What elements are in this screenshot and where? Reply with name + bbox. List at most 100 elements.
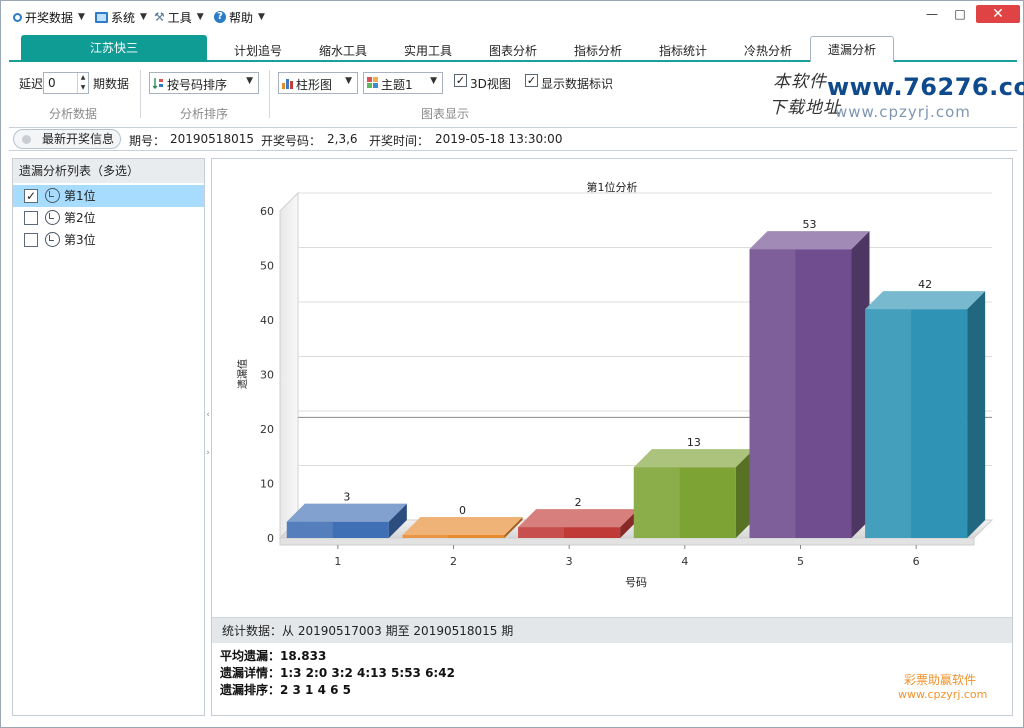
theme-select[interactable]: 主题1 ▼ xyxy=(363,72,443,94)
chart-floor-edge xyxy=(279,537,975,546)
menu-system-label: 系统 xyxy=(111,10,136,25)
tab-utility-tools[interactable]: 实用工具 xyxy=(393,40,463,62)
bar-highlight xyxy=(865,309,912,538)
bar-value-label: 42 xyxy=(918,278,932,291)
tab-strip: 江苏快三 计划追号 缩水工具 实用工具 图表分析 指标分析 指标统计 冷热分析 … xyxy=(9,35,1017,62)
x-tick-label: 2 xyxy=(450,555,457,568)
caret-down-icon: ▼ xyxy=(78,12,85,22)
x-tick-label: 1 xyxy=(334,555,341,568)
toolbar-divider xyxy=(269,70,270,118)
brand-url: www.cpzyrj.com xyxy=(898,688,988,701)
y-tick-label: 60 xyxy=(260,205,274,218)
bar-value-label: 13 xyxy=(687,436,701,449)
latest-draw-button-label: 最新开奖信息 xyxy=(42,132,115,146)
delay-label: 延迟 xyxy=(19,77,44,91)
x-tick-label: 5 xyxy=(797,555,804,568)
show-data-labels-label[interactable]: 显示数据标识 xyxy=(541,75,613,92)
bar-value-label: 53 xyxy=(803,218,817,231)
clock-icon xyxy=(45,210,60,225)
delay-spinner[interactable]: 0 ▲ ▼ xyxy=(43,72,89,94)
draw-time-value: 2019-05-18 13:30:00 xyxy=(435,132,563,146)
tab-omission-analysis[interactable]: 遗漏分析 xyxy=(810,36,894,62)
bar-value-label: 0 xyxy=(459,504,466,517)
position-2-label: 第2位 xyxy=(64,211,96,225)
caret-down-icon: ▼ xyxy=(196,12,204,22)
period-value: 20190518015 xyxy=(170,132,254,146)
stats-average: 平均遗漏：18.833 xyxy=(220,649,327,663)
logo-url-primary: www.76276.com xyxy=(827,73,1024,101)
show-data-labels-checkbox[interactable]: ✓ xyxy=(525,74,538,87)
theme-value: 主题1 xyxy=(381,78,413,92)
close-button[interactable]: ✕ xyxy=(976,5,1020,23)
website-logo: 本软件 下载地址 www.76276.com www.cpzyrj.com xyxy=(761,67,1024,123)
dropdown-arrow-icon: ▼ xyxy=(246,76,253,86)
tab-indicator-analysis[interactable]: 指标分析 xyxy=(563,40,633,62)
latest-draw-button[interactable]: 最新开奖信息 xyxy=(13,129,121,149)
maximize-button[interactable]: □ xyxy=(945,5,975,23)
clock-icon xyxy=(45,188,60,203)
menu-help[interactable]: ? 帮助 ▼ xyxy=(214,9,265,25)
view-3d-label[interactable]: 3D视图 xyxy=(470,75,511,92)
x-tick-label: 6 xyxy=(913,555,920,568)
list-item-position-2[interactable]: 第2位 xyxy=(13,207,204,229)
menu-tools-label: 工具 xyxy=(167,10,192,25)
menu-draw-data[interactable]: 开奖数据 ▼ xyxy=(13,9,85,25)
sort-icon xyxy=(153,78,163,89)
stats-detail: 遗漏详情：1:3 2:0 3:2 4:13 5:53 6:42 xyxy=(220,666,455,680)
y-tick-label: 0 xyxy=(267,532,274,545)
toolbar-divider xyxy=(140,70,141,118)
caret-down-icon: ▼ xyxy=(140,12,147,22)
monitor-icon xyxy=(95,11,108,23)
bar-side xyxy=(967,291,986,538)
tab-reduction-tool[interactable]: 缩水工具 xyxy=(308,40,378,62)
latest-draw-info-bar: 最新开奖信息 期号： 20190518015 开奖号码： 2,3,6 开奖时间：… xyxy=(9,127,1017,151)
omission-list-title: 遗漏分析列表（多选） xyxy=(13,159,204,183)
dropdown-arrow-icon: ▼ xyxy=(345,76,352,86)
tab-lottery[interactable]: 江苏快三 xyxy=(21,35,207,62)
bar-top xyxy=(865,291,986,310)
spinner-arrows-icon[interactable]: ▲ ▼ xyxy=(77,73,88,93)
tab-chart-analysis[interactable]: 图表分析 xyxy=(478,40,548,62)
menu-system[interactable]: 系统 ▼ xyxy=(95,9,147,25)
app-window: 开奖数据 ▼ 系统 ▼ ⚒ 工具 ▼ ? 帮助 ▼ — □ ✕ 江苏快三 计划追… xyxy=(0,0,1024,728)
period-data-label: 期数据 xyxy=(93,77,130,91)
menu-draw-data-label: 开奖数据 xyxy=(25,10,74,25)
stats-ranking: 遗漏排序：2 3 1 4 6 5 xyxy=(220,683,351,697)
chart-type-select[interactable]: 柱形图 ▼ xyxy=(278,72,358,94)
tools-icon: ⚒ xyxy=(154,10,165,24)
tab-indicator-stats[interactable]: 指标统计 xyxy=(648,40,718,62)
x-tick-label: 4 xyxy=(681,555,688,568)
list-item-position-1[interactable]: ✓ 第1位 xyxy=(13,185,204,207)
minimize-button[interactable]: — xyxy=(917,5,947,23)
bar-highlight xyxy=(402,535,449,538)
group-caption-sort: 分析排序 xyxy=(180,107,229,121)
y-tick-label: 20 xyxy=(260,423,274,436)
y-tick-label: 50 xyxy=(260,260,274,273)
position-3-label: 第3位 xyxy=(64,233,96,247)
bar-top xyxy=(286,503,407,522)
chart-panel: 第1位分析 遗漏值 号码 0 10 20 30 40 50 60 3 1 0 2 2 3 13 4 53 5 42… xyxy=(211,158,1013,716)
omission-bar-chart: 第1位分析 遗漏值 号码 010203040506031022313453542… xyxy=(236,180,994,589)
position-2-checkbox[interactable] xyxy=(24,211,38,225)
tab-plan-tracking[interactable]: 计划追号 xyxy=(223,40,293,62)
y-tick-label: 40 xyxy=(260,314,274,327)
x-tick-label: 3 xyxy=(566,555,573,568)
bar-top xyxy=(518,509,639,528)
y-axis-label: 遗漏值 xyxy=(236,359,249,389)
y-tick-label: 30 xyxy=(260,369,274,382)
sort-order-select[interactable]: 按号码排序 ▼ xyxy=(149,72,259,94)
caret-down-icon: ▼ xyxy=(258,12,265,22)
bar-top xyxy=(402,517,523,535)
list-item-position-3[interactable]: 第3位 xyxy=(13,229,204,251)
menu-help-label: 帮助 xyxy=(229,10,254,25)
tab-hot-cold[interactable]: 冷热分析 xyxy=(733,40,803,62)
menu-tools[interactable]: ⚒ 工具 ▼ xyxy=(154,9,204,25)
bar-highlight xyxy=(518,527,565,538)
view-3d-checkbox[interactable]: ✓ xyxy=(454,74,467,87)
brand-name: 彩票助赢软件 xyxy=(904,673,977,687)
chart-side-wall xyxy=(279,191,299,540)
delay-value[interactable]: 0 xyxy=(48,76,56,90)
position-3-checkbox[interactable] xyxy=(24,233,38,247)
bar-top xyxy=(749,231,870,250)
position-1-checkbox[interactable]: ✓ xyxy=(24,189,38,203)
